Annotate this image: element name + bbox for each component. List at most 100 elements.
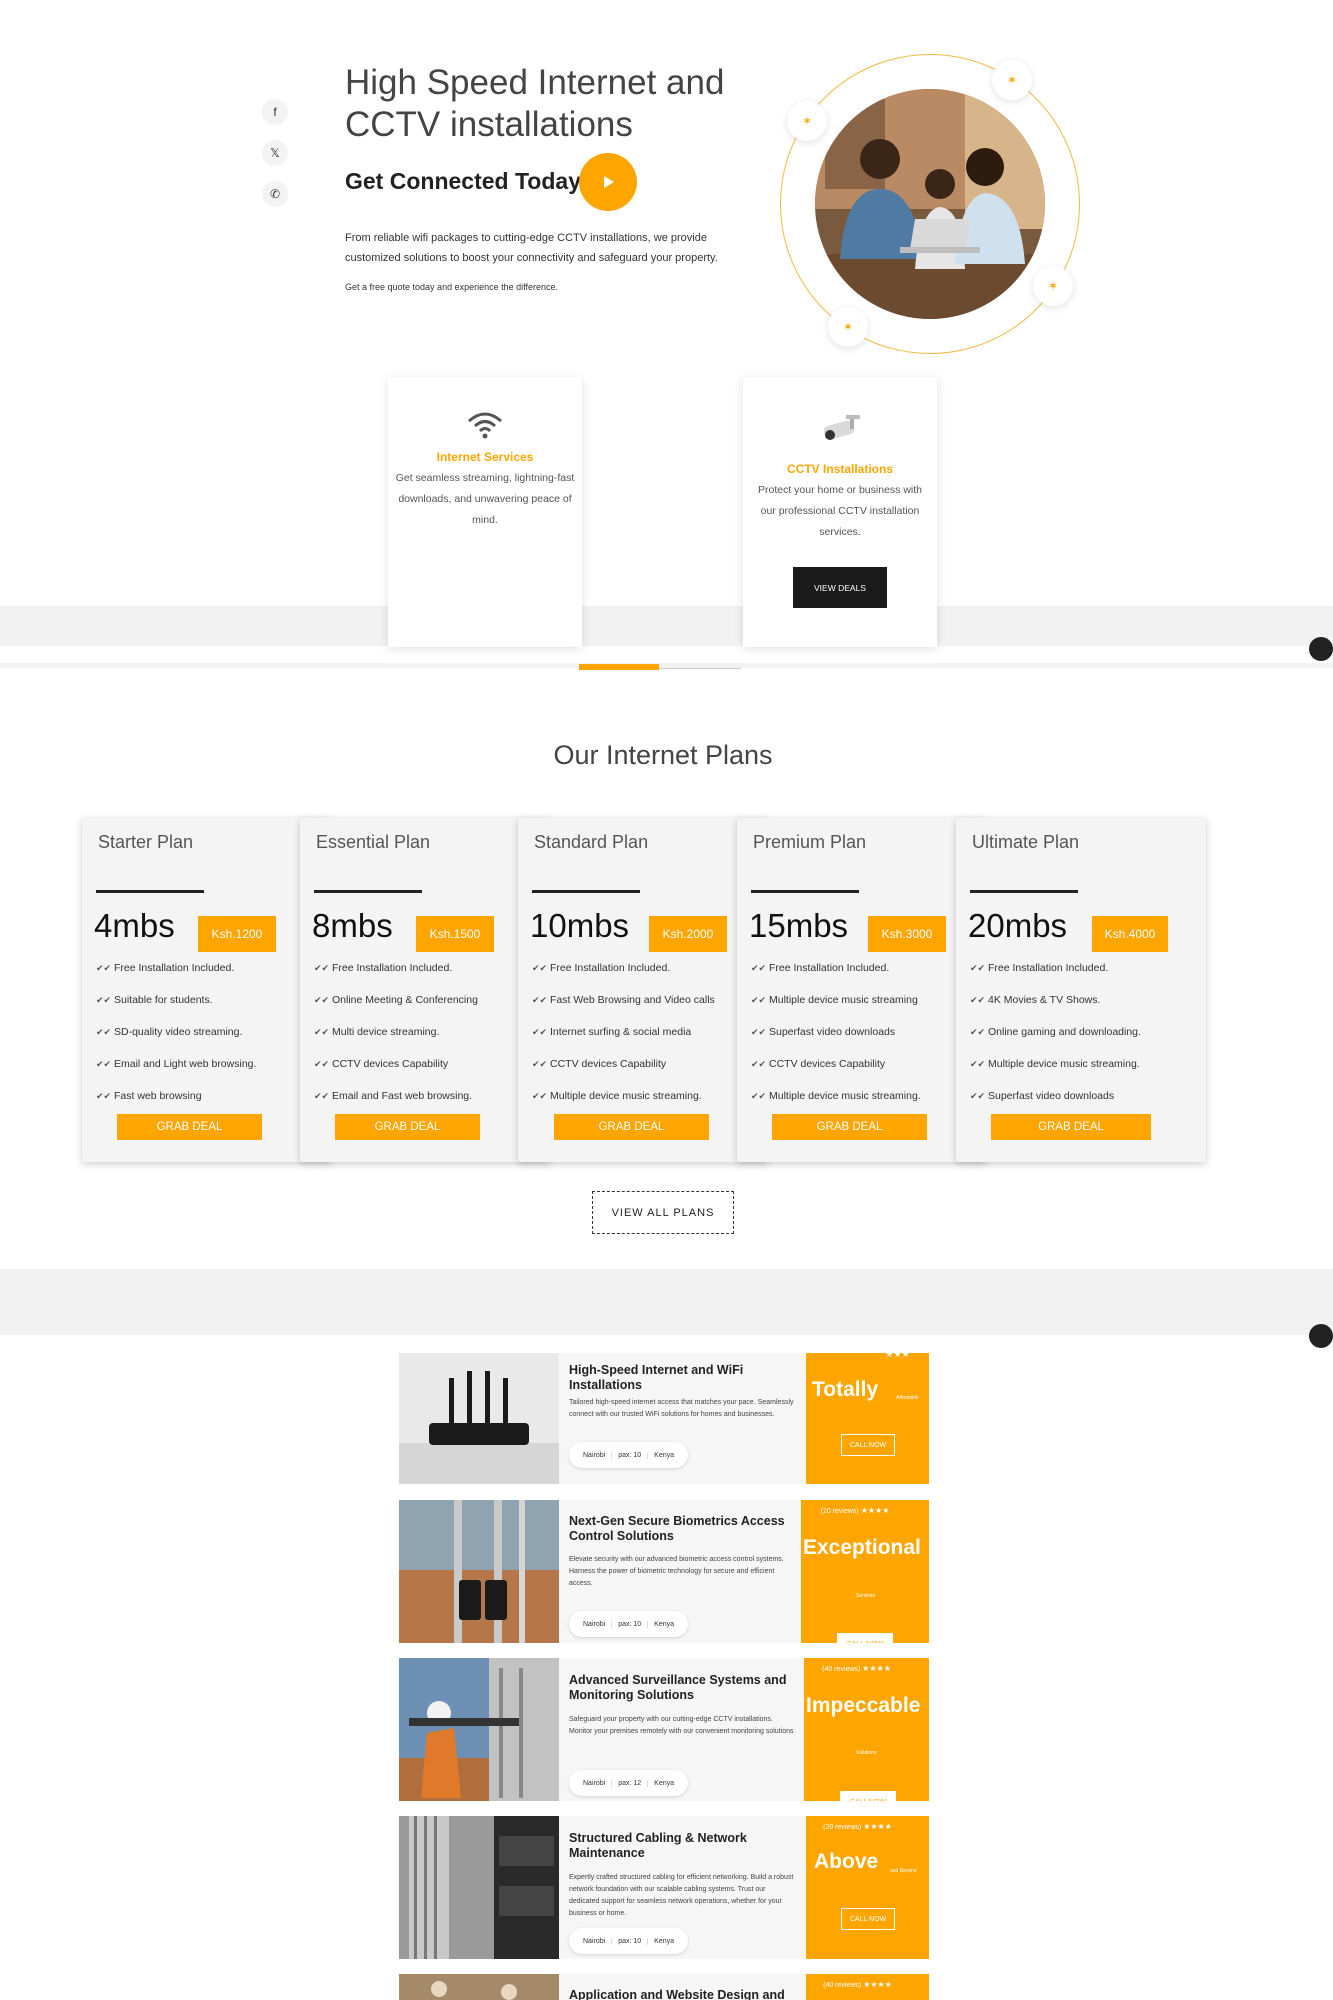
check-icon: ✔✔ — [751, 1058, 767, 1069]
check-icon: ✔✔ — [314, 1058, 330, 1069]
plan-feature: ✔✔ Free Installation Included. — [96, 962, 235, 974]
review-count: (20 reviews) ★★★★ — [823, 1822, 892, 1831]
review-count: (20 reviews) ★★★★ — [820, 1506, 890, 1515]
surveillance-photo — [399, 1658, 559, 1801]
grab-deal-button[interactable]: GRAB DEAL — [335, 1114, 480, 1140]
call-now-button[interactable]: CALL NOW — [837, 1633, 893, 1643]
card-tags: Nairobi pax: 10 Kenya — [569, 1928, 689, 1954]
check-icon: ✔✔ — [314, 1026, 330, 1037]
hero-description: From reliable wifi packages to cutting-e… — [345, 232, 718, 264]
call-now-button[interactable]: CALL NOW — [841, 1434, 895, 1456]
check-icon: ✔✔ — [532, 1026, 548, 1037]
facebook-icon[interactable]: f — [262, 99, 288, 125]
plan-feature: ✔✔ Multiple device music streaming — [751, 994, 918, 1006]
grab-deal-button[interactable]: GRAB DEAL — [117, 1114, 262, 1140]
plan-feature: ✔✔ Free Installation Included. — [314, 962, 453, 974]
decor-dot-icon: ✶ — [828, 307, 868, 347]
card-cta-panel: ★★★ Totally Affordable CALL NOW — [806, 1353, 929, 1484]
review-count: (40 reviews) ★★★★ — [823, 1980, 892, 1989]
plan-feature: ✔✔ Free Installation Included. — [751, 962, 890, 974]
plan-feature: ✔✔ Email and Fast web browsing. — [314, 1090, 473, 1102]
check-icon: ✔✔ — [96, 1090, 112, 1101]
cta-headline: Above — [814, 1850, 879, 1873]
plans-title: Our Internet Plans — [553, 740, 773, 770]
check-icon: ✔✔ — [532, 994, 548, 1005]
card-title: Next-Gen Secure Biometrics Access Contro… — [569, 1514, 785, 1543]
plan-feature: ✔✔ Free Installation Included. — [970, 962, 1109, 974]
cta-headline: Exceptional — [803, 1536, 921, 1559]
scroll-button[interactable] — [1309, 1324, 1333, 1348]
plan-price: Ksh.2000 — [649, 916, 727, 952]
plan-name: Starter Plan — [98, 832, 194, 852]
grab-deal-button[interactable]: GRAB DEAL — [554, 1114, 709, 1140]
plan-price: Ksh.3000 — [868, 916, 946, 952]
plan-name: Premium Plan — [753, 832, 867, 852]
plan-feature: ✔✔ Superfast video downloads — [751, 1026, 896, 1038]
x-icon[interactable]: 𝕏 — [262, 140, 288, 166]
plan-feature: ✔✔ Multiple device music streaming. — [532, 1090, 702, 1102]
check-icon: ✔✔ — [970, 962, 986, 973]
plan-name: Ultimate Plan — [972, 832, 1080, 852]
plan-card: Premium Plan 15mbs Ksh.3000 ✔✔ Free Insta… — [737, 818, 987, 1162]
grab-deal-button[interactable]: GRAB DEAL — [991, 1114, 1151, 1140]
call-now-button[interactable]: CALL NOW — [840, 1791, 896, 1801]
decor-dot-icon: ✶ — [787, 101, 827, 141]
grab-deal-button[interactable]: GRAB DEAL — [772, 1114, 927, 1140]
scroll-button[interactable] — [1309, 637, 1333, 661]
service-listing-card: Next-Gen Secure Biometrics Access Contro… — [399, 1500, 929, 1643]
call-now-button[interactable]: CALL NOW — [841, 1908, 895, 1930]
card-title: Structured Cabling & Network Maintenance — [569, 1831, 747, 1860]
plan-features: ✔✔ Free Installation Included. ✔✔ Online M… — [314, 952, 550, 1112]
play-button[interactable] — [579, 153, 637, 211]
service-title: Internet Services — [436, 450, 534, 464]
plan-feature: ✔✔ Email and Light web browsing. — [96, 1058, 257, 1070]
view-all-plans-button[interactable]: VIEW ALL PLANS — [592, 1191, 734, 1234]
check-icon: ✔✔ — [96, 994, 112, 1005]
card-cta-panel: (20 reviews) ★★★★ Above and Beyond CALL … — [806, 1816, 929, 1959]
tag-pax: pax: 10 — [611, 1451, 647, 1459]
decor-dot-icon: ✶ — [1033, 266, 1073, 306]
plan-feature: ✔✔ CCTV devices Capability — [314, 1058, 449, 1070]
plan-feature: ✔✔ Fast Web Browsing and Video calls — [532, 994, 715, 1006]
check-icon: ✔✔ — [751, 962, 767, 973]
cabling-photo — [399, 1816, 559, 1959]
service-listing-card: Application and Website Design and (40 r… — [399, 1974, 929, 2000]
plan-card: Standard Plan 10mbs Ksh.2000 ✔✔ Free Inst… — [518, 818, 768, 1162]
family-laptop-photo — [815, 89, 1045, 319]
cta-headline: Impeccable — [806, 1694, 921, 1717]
check-icon: ✔✔ — [751, 994, 767, 1005]
plan-features: ✔✔ Free Installation Included. ✔✔ Suitable… — [96, 952, 332, 1112]
plan-divider — [532, 890, 640, 893]
plan-price: Ksh.1200 — [198, 916, 276, 952]
biometrics-photo — [399, 1500, 559, 1643]
review-count: (40 reviews) ★★★★ — [822, 1664, 891, 1673]
cta-subtext: and Beyond — [890, 1868, 917, 1874]
check-icon: ✔✔ — [314, 994, 330, 1005]
plan-features: ✔✔ Free Installation Included. ✔✔ 4K Movie… — [970, 952, 1206, 1112]
service-listing-card: Advanced Surveillance Systems and Monito… — [399, 1658, 929, 1801]
check-icon: ✔✔ — [96, 1058, 112, 1069]
tag-pax: pax: 10 — [611, 1620, 647, 1628]
plan-feature: ✔✔ Free Installation Included. — [532, 962, 671, 974]
plan-feature: ✔✔ Suitable for students. — [96, 994, 213, 1006]
card-description: Elevate security with our advanced biome… — [569, 1556, 784, 1587]
plan-name: Standard Plan — [534, 832, 649, 852]
plan-feature: ✔✔ CCTV devices Capability — [751, 1058, 886, 1070]
card-tags: Nairobi pax: 10 Kenya — [569, 1611, 689, 1637]
check-icon: ✔✔ — [970, 1090, 986, 1101]
view-deals-button[interactable]: VIEW DEALS — [793, 567, 887, 608]
whatsapp-icon[interactable]: ✆ — [262, 181, 288, 207]
check-icon: ✔✔ — [532, 1058, 548, 1069]
service-listing-card: Structured Cabling & Network Maintenance… — [399, 1816, 929, 1959]
hero-note: Get a free quote today and experience th… — [345, 282, 558, 292]
plan-feature: ✔✔ SD-quality video streaming. — [96, 1026, 243, 1038]
tag-country: Kenya — [647, 1779, 680, 1787]
service-title: CCTV Installations — [786, 462, 893, 476]
plan-price: Ksh.1500 — [416, 916, 494, 952]
wifi-icon — [468, 412, 502, 439]
plan-divider — [970, 890, 1078, 893]
card-cta-panel: (40 reviews) ★★★★ Impeccable Solutions C… — [804, 1658, 929, 1801]
plan-feature: ✔✔ Online gaming and downloading. — [970, 1026, 1141, 1038]
card-tags: Nairobi pax: 12 Kenya — [569, 1770, 689, 1796]
plan-speed: 20mbs — [968, 907, 1068, 944]
